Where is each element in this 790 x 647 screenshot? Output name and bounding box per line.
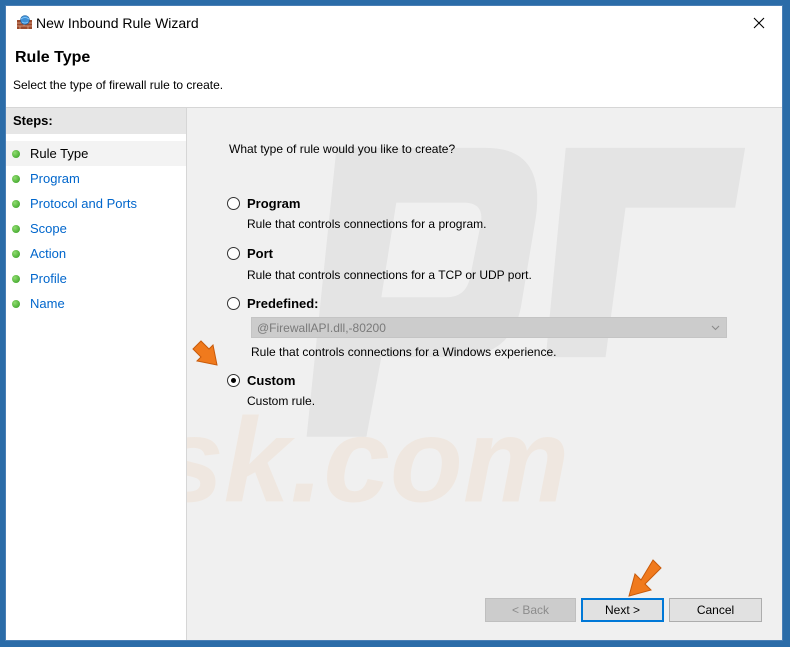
custom-radio[interactable] (227, 374, 240, 387)
step-label: Action (30, 246, 67, 261)
program-radio[interactable] (227, 197, 240, 210)
program-label[interactable]: Program (247, 196, 300, 211)
question-text: What type of rule would you like to crea… (229, 142, 456, 156)
step-protocol-and-ports[interactable]: Protocol and Ports (6, 191, 186, 216)
predefined-dropdown[interactable]: @FirewallAPI.dll,-80200 (251, 317, 727, 338)
step-rule-type[interactable]: Rule Type (6, 141, 186, 166)
step-bullet-icon (12, 274, 20, 283)
custom-label[interactable]: Custom (247, 373, 295, 388)
step-bullet-icon (12, 199, 20, 208)
cancel-button[interactable]: Cancel (669, 598, 762, 622)
step-label: Protocol and Ports (30, 196, 137, 211)
close-icon (753, 17, 765, 28)
watermark-text: risk.com (187, 395, 569, 528)
step-bullet-icon (12, 149, 20, 158)
arrow-pointer-icon (192, 340, 218, 366)
step-label: Program (30, 171, 80, 186)
program-description: Rule that controls connections for a pro… (247, 217, 487, 231)
step-scope[interactable]: Scope (6, 216, 186, 241)
close-button[interactable] (736, 6, 782, 39)
step-bullet-icon (12, 299, 20, 308)
step-label: Scope (30, 221, 67, 236)
arrow-pointer-icon (628, 559, 662, 597)
title-bar[interactable]: New Inbound Rule Wizard (6, 6, 782, 39)
step-bullet-icon (12, 249, 20, 258)
firewall-wall-globe-icon (17, 15, 32, 29)
predefined-dropdown-value: @FirewallAPI.dll,-80200 (257, 321, 386, 335)
step-label: Name (30, 296, 65, 311)
wizard-window: New Inbound Rule Wizard Rule Type Select… (5, 5, 783, 641)
step-label: Profile (30, 271, 67, 286)
port-description: Rule that controls connections for a TCP… (247, 268, 532, 282)
page-title: Rule Type (15, 49, 91, 66)
content-panel: risk.com What type of rule would you lik… (187, 108, 782, 640)
port-label[interactable]: Port (247, 246, 273, 261)
predefined-label[interactable]: Predefined: (247, 296, 319, 311)
step-program[interactable]: Program (6, 166, 186, 191)
step-bullet-icon (12, 224, 20, 233)
predefined-radio[interactable] (227, 297, 240, 310)
back-button[interactable]: < Back (485, 598, 576, 622)
step-action[interactable]: Action (6, 241, 186, 266)
predefined-description: Rule that controls connections for a Win… (251, 345, 557, 359)
steps-heading: Steps: (6, 108, 186, 134)
step-label: Rule Type (30, 146, 89, 161)
custom-description: Custom rule. (247, 394, 316, 408)
step-profile[interactable]: Profile (6, 266, 186, 291)
step-bullet-icon (12, 174, 20, 183)
window-title: New Inbound Rule Wizard (36, 15, 199, 31)
page-subtitle: Select the type of firewall rule to crea… (13, 78, 224, 92)
next-button[interactable]: Next > (581, 598, 664, 622)
wizard-header: Rule Type Select the type of firewall ru… (6, 39, 782, 108)
chevron-down-icon (711, 325, 720, 331)
port-radio[interactable] (227, 247, 240, 260)
steps-panel: Steps: Rule Type Program Protocol and Po… (6, 108, 187, 640)
step-name[interactable]: Name (6, 291, 186, 316)
